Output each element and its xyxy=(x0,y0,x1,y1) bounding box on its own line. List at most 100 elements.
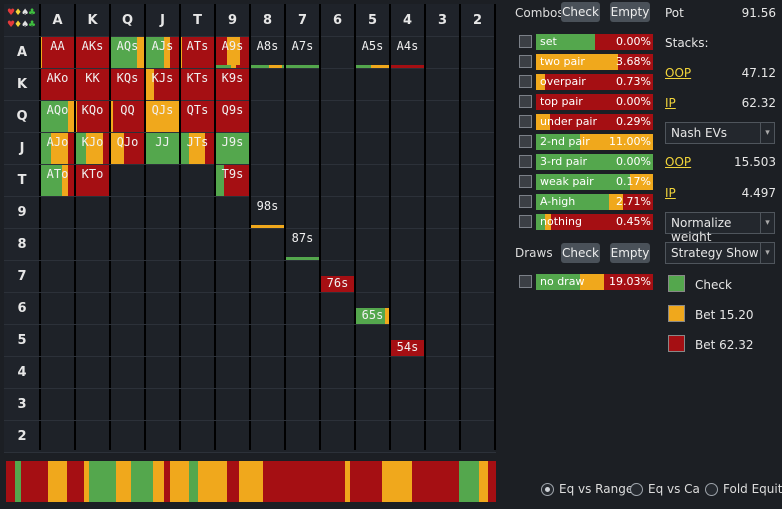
oop-stack-link[interactable]: OOP xyxy=(665,66,691,80)
grid-cell[interactable] xyxy=(285,388,320,420)
grid-cell[interactable] xyxy=(285,420,320,452)
grid-cell[interactable] xyxy=(320,132,355,164)
grid-cell[interactable] xyxy=(460,324,495,356)
grid-cell[interactable] xyxy=(180,260,215,292)
hand-cell-KK[interactable]: KK xyxy=(75,68,110,100)
grid-cell[interactable] xyxy=(425,324,460,356)
combos-check-button[interactable]: Check xyxy=(561,2,600,22)
grid-cell[interactable] xyxy=(250,324,285,356)
grid-cell[interactable] xyxy=(180,196,215,228)
grid-cell[interactable] xyxy=(355,228,390,260)
hand-cell-JTs[interactable]: JTs xyxy=(180,132,215,164)
checkbox[interactable] xyxy=(519,275,532,288)
checkbox[interactable] xyxy=(519,195,532,208)
hand-cell-KTs[interactable]: KTs xyxy=(180,68,215,100)
strategy-select[interactable]: Strategy Show ▾ xyxy=(665,242,775,264)
grid-cell[interactable] xyxy=(40,388,75,420)
grid-cell[interactable] xyxy=(390,228,425,260)
grid-cell[interactable] xyxy=(145,228,180,260)
hand-cell-A5s[interactable]: A5s xyxy=(355,36,390,68)
draws-check-button[interactable]: Check xyxy=(561,243,600,263)
grid-cell[interactable] xyxy=(180,356,215,388)
radio-fold-equity[interactable]: Fold Equity xyxy=(705,482,782,496)
hand-cell-KQs[interactable]: KQs xyxy=(110,68,145,100)
grid-cell[interactable] xyxy=(285,164,320,196)
grid-cell[interactable] xyxy=(460,292,495,324)
grid-cell[interactable] xyxy=(390,388,425,420)
radio-eq-vs-range[interactable]: Eq vs Range xyxy=(541,482,633,496)
radio-eq-vs-ca[interactable]: Eq vs Ca xyxy=(630,482,700,496)
grid-cell[interactable] xyxy=(180,228,215,260)
grid-cell[interactable] xyxy=(285,292,320,324)
grid-cell[interactable] xyxy=(355,68,390,100)
grid-cell[interactable] xyxy=(425,196,460,228)
grid-cell[interactable] xyxy=(355,420,390,452)
hand-cell-QJo[interactable]: QJo xyxy=(110,132,145,164)
hand-cell-AQo[interactable]: AQo xyxy=(40,100,75,132)
grid-cell[interactable] xyxy=(425,292,460,324)
category-row[interactable]: top pair 0.00% xyxy=(519,94,653,110)
category-row[interactable]: two pair 3.68% xyxy=(519,54,653,70)
hand-cell-65s[interactable]: 65s xyxy=(355,308,390,325)
grid-cell[interactable] xyxy=(75,324,110,356)
checkbox[interactable] xyxy=(519,95,532,108)
grid-cell[interactable] xyxy=(460,132,495,164)
grid-cell[interactable] xyxy=(460,228,495,260)
grid-cell[interactable] xyxy=(110,292,145,324)
grid-cell[interactable] xyxy=(285,68,320,100)
grid-cell[interactable] xyxy=(215,388,250,420)
hand-cell-A8s[interactable]: A8s xyxy=(250,36,285,68)
grid-cell[interactable] xyxy=(40,196,75,228)
grid-cell[interactable] xyxy=(460,164,495,196)
grid-cell[interactable] xyxy=(390,100,425,132)
grid-cell[interactable] xyxy=(425,388,460,420)
grid-cell[interactable] xyxy=(40,324,75,356)
hand-cell-ATo[interactable]: ATo xyxy=(40,164,75,196)
grid-cell[interactable] xyxy=(250,100,285,132)
hand-cell-AA[interactable]: AA xyxy=(40,36,75,68)
grid-cell[interactable] xyxy=(285,324,320,356)
grid-cell[interactable] xyxy=(425,260,460,292)
grid-cell[interactable] xyxy=(250,420,285,452)
combos-empty-button[interactable]: Empty xyxy=(610,2,650,22)
grid-cell[interactable] xyxy=(145,324,180,356)
grid-cell[interactable] xyxy=(320,420,355,452)
grid-cell[interactable] xyxy=(75,228,110,260)
category-row[interactable]: set 0.00% xyxy=(519,34,653,50)
grid-cell[interactable] xyxy=(75,356,110,388)
grid-cell[interactable] xyxy=(145,388,180,420)
grid-cell[interactable] xyxy=(40,260,75,292)
grid-cell[interactable] xyxy=(215,356,250,388)
grid-cell[interactable] xyxy=(215,324,250,356)
grid-cell[interactable] xyxy=(390,132,425,164)
hand-cell-QJs[interactable]: QJs xyxy=(145,100,180,132)
grid-cell[interactable] xyxy=(40,292,75,324)
hand-cell-KTo[interactable]: KTo xyxy=(75,164,110,196)
grid-cell[interactable] xyxy=(285,356,320,388)
grid-cell[interactable] xyxy=(180,164,215,196)
grid-cell[interactable] xyxy=(110,388,145,420)
grid-cell[interactable] xyxy=(320,228,355,260)
grid-cell[interactable] xyxy=(110,356,145,388)
grid-cell[interactable] xyxy=(320,196,355,228)
grid-cell[interactable] xyxy=(180,388,215,420)
grid-cell[interactable] xyxy=(250,228,285,260)
grid-cell[interactable] xyxy=(355,260,390,292)
category-row[interactable]: no draw 19.03% xyxy=(519,274,653,290)
grid-cell[interactable] xyxy=(250,388,285,420)
checkbox[interactable] xyxy=(519,215,532,228)
category-row[interactable]: A-high 2.71% xyxy=(519,194,653,210)
grid-cell[interactable] xyxy=(460,260,495,292)
hand-cell-AQs[interactable]: AQs xyxy=(110,36,145,68)
hand-cell-ATs[interactable]: ATs xyxy=(180,36,215,68)
hand-cell-T9s[interactable]: T9s xyxy=(215,164,250,196)
hand-cell-K9s[interactable]: K9s xyxy=(215,68,250,100)
hand-cell-54s[interactable]: 54s xyxy=(390,340,425,357)
grid-cell[interactable] xyxy=(285,132,320,164)
checkbox[interactable] xyxy=(519,55,532,68)
grid-cell[interactable] xyxy=(460,100,495,132)
grid-cell[interactable] xyxy=(285,100,320,132)
grid-cell[interactable] xyxy=(145,260,180,292)
grid-cell[interactable] xyxy=(460,196,495,228)
grid-cell[interactable] xyxy=(320,292,355,324)
